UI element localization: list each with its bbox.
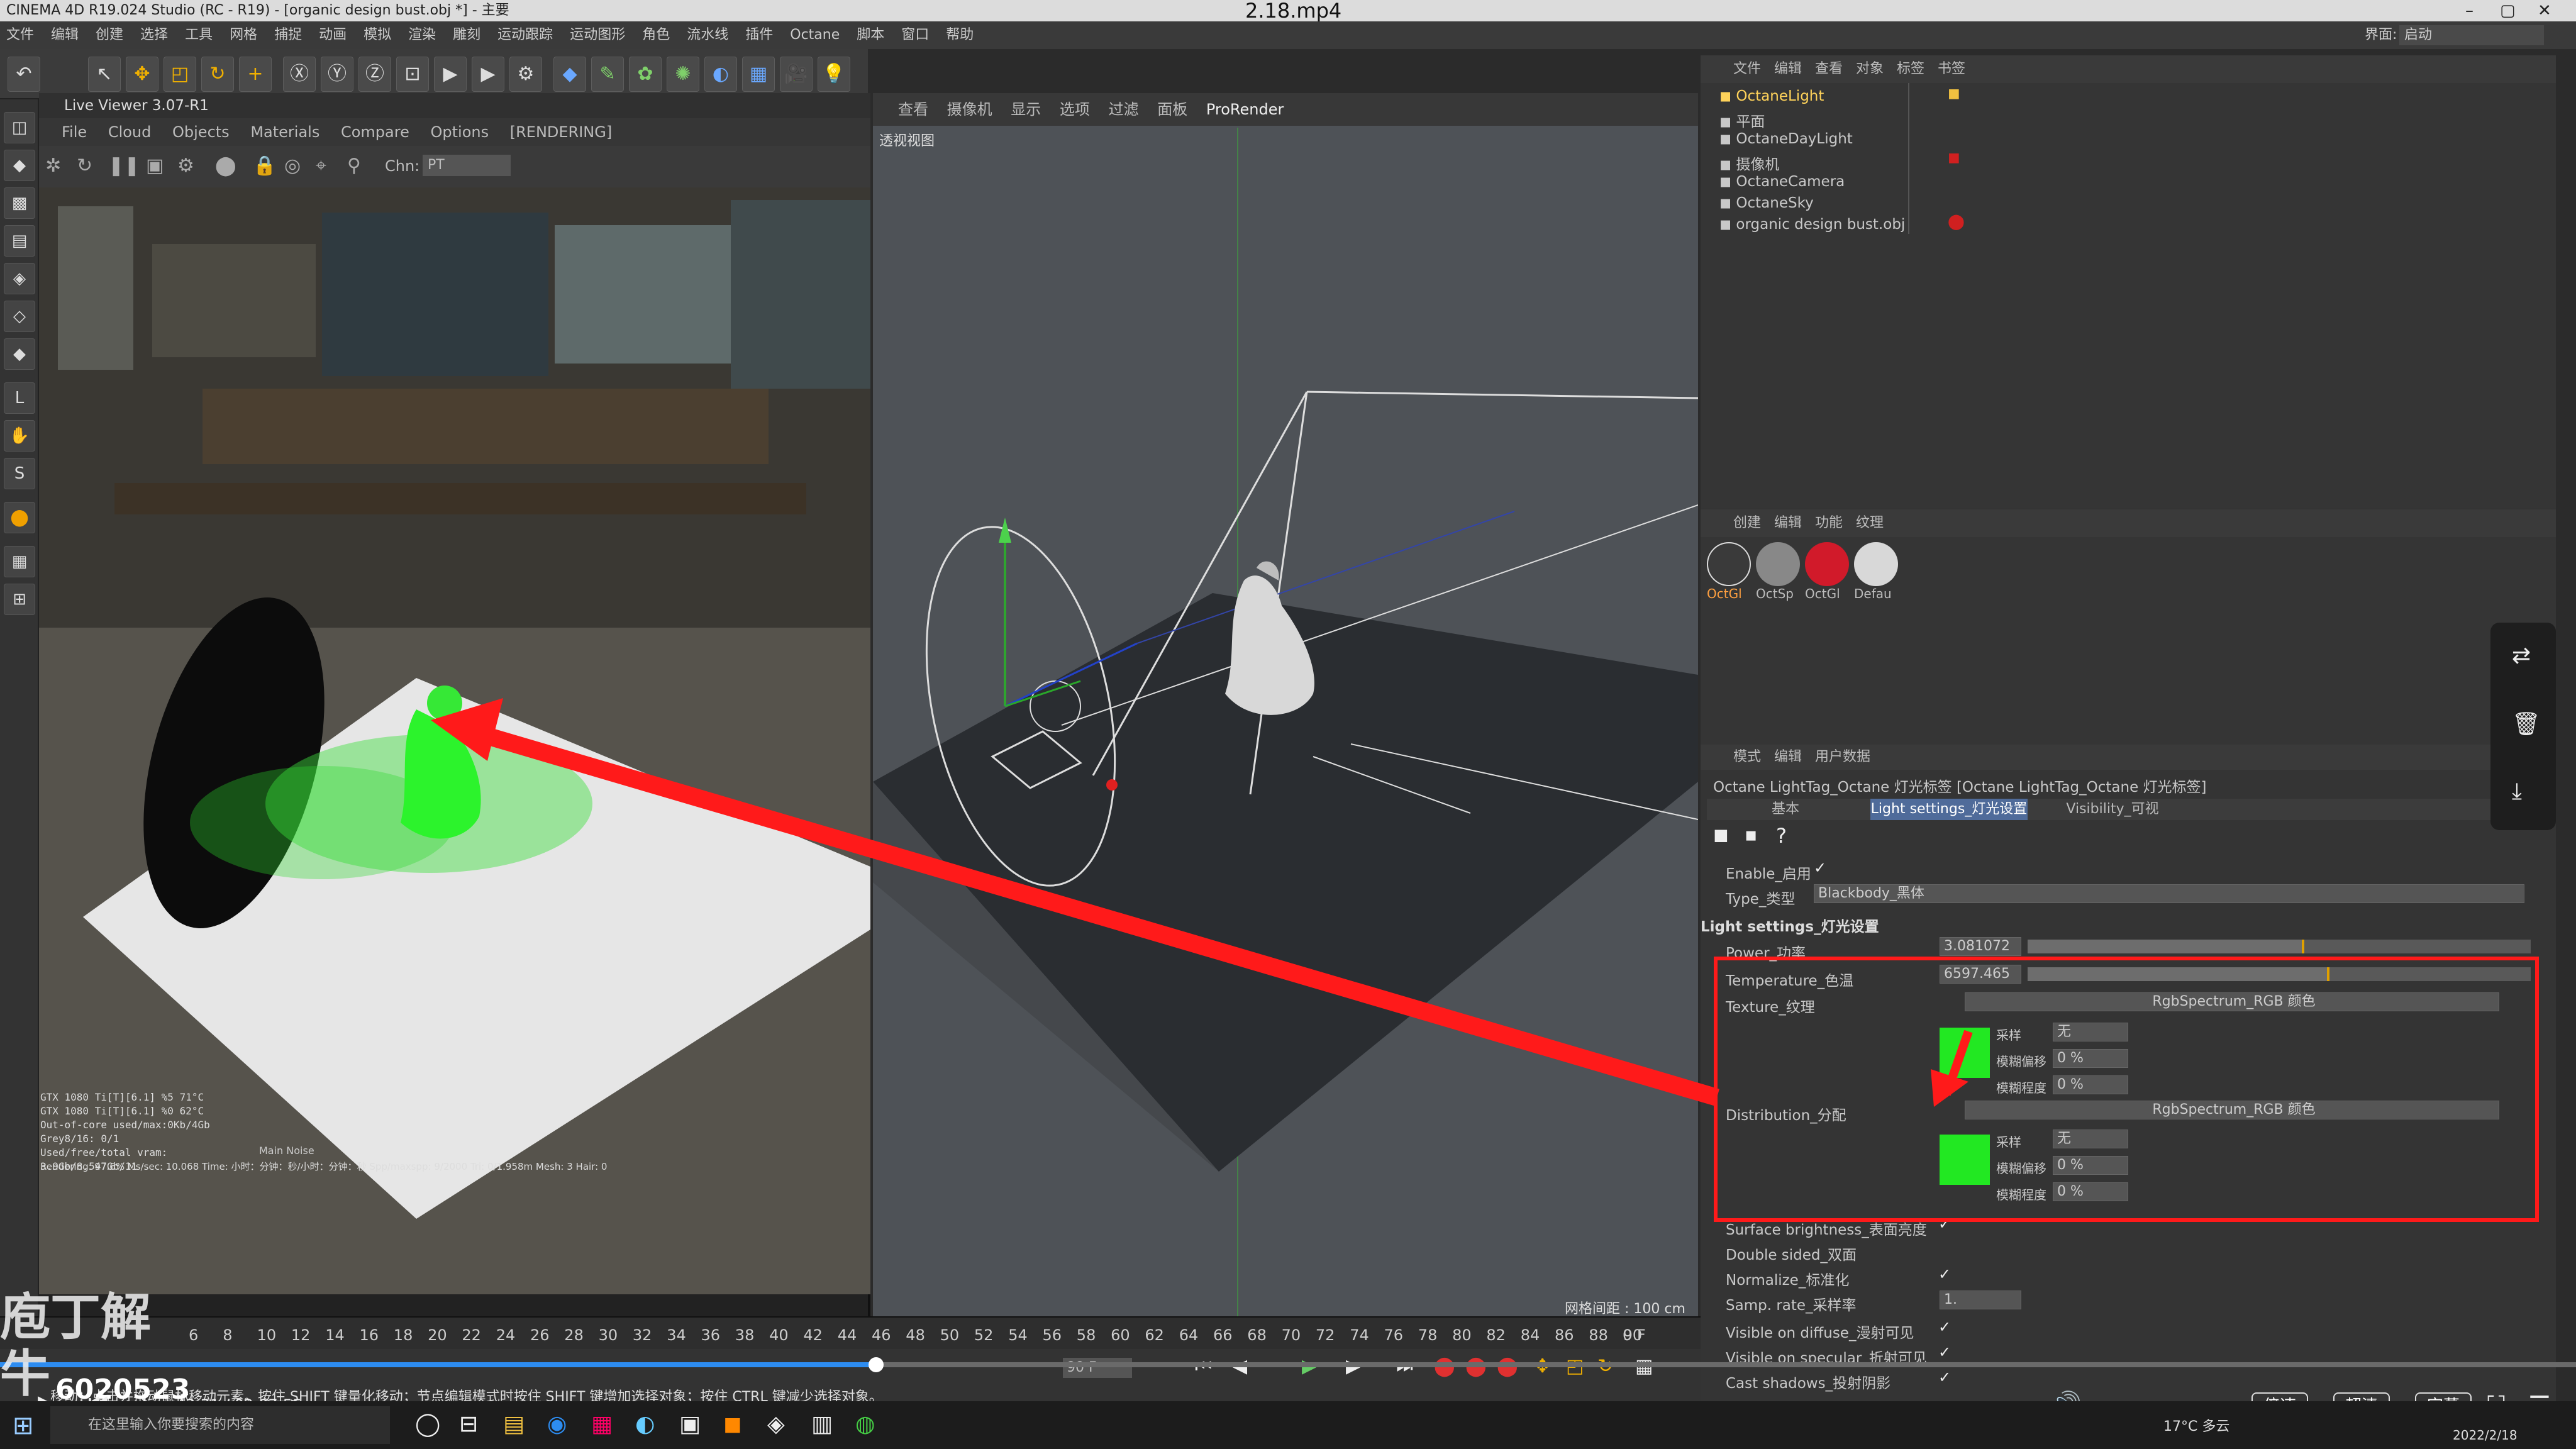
share-icon[interactable]: ⇄: [2512, 643, 2531, 669]
timeline-tick: 82: [1486, 1326, 1506, 1344]
timeline-tick: 20: [428, 1326, 447, 1344]
timeline-tick: 74: [1350, 1326, 1369, 1344]
timeline[interactable]: 6 8 10 12 14 16 18 20 22 24 26 28 30 32 34 36 38 40 42 44 46…: [0, 1316, 1701, 1349]
chrome-icon[interactable]: ◍: [855, 1411, 875, 1437]
annotation-arrowhead: [431, 698, 503, 761]
end-frame-field[interactable]: 90 F: [1063, 1358, 1132, 1378]
timeline-tick: 68: [1247, 1326, 1267, 1344]
download-icon[interactable]: ⤓: [2512, 779, 2522, 805]
taskbar-date: 2022/2/18: [2453, 1428, 2518, 1443]
timeline-tick: 24: [496, 1326, 516, 1344]
timeline-tick: 80: [1452, 1326, 1472, 1344]
side-actions: ⇄ 🗑 ⤓: [2490, 623, 2556, 830]
timeline-tick: 56: [1042, 1326, 1062, 1344]
timeline-tick: 40: [769, 1326, 789, 1344]
timeline-tick: 72: [1315, 1326, 1335, 1344]
transport-bar: 90 F ⏮ ◀ ▶ ▶ ⏭ ⬤ ⬤ ⬤ ✥ ◰ ↻ ▦ 移动：点击并拖动鼠标移…: [0, 1349, 1701, 1405]
timeline-tick: 84: [1520, 1326, 1540, 1344]
app-icon[interactable]: ◼: [723, 1411, 742, 1437]
browser-icon[interactable]: ◐: [635, 1411, 655, 1437]
cinema4d-icon[interactable]: ◉: [547, 1411, 567, 1437]
timeline-tick: 18: [393, 1326, 413, 1344]
timeline-tick: 62: [1145, 1326, 1164, 1344]
timeline-tick: 50: [940, 1326, 960, 1344]
app-icon[interactable]: ▥: [811, 1411, 833, 1437]
timeline-tick: 60: [1111, 1326, 1130, 1344]
task-view-icon[interactable]: ◯: [415, 1411, 440, 1437]
timeline-tick: 32: [632, 1326, 652, 1344]
timeline-tick: 34: [667, 1326, 686, 1344]
annotation-arrow: [463, 721, 1719, 1106]
timeline-tick: 16: [359, 1326, 379, 1344]
app-icon[interactable]: ◈: [767, 1411, 785, 1437]
timeline-tick: 58: [1076, 1326, 1096, 1344]
current-frame: 0 F: [1623, 1326, 1646, 1344]
timeline-tick: 8: [223, 1326, 233, 1344]
timeline-tick: 22: [462, 1326, 481, 1344]
timeline-tick: 78: [1418, 1326, 1438, 1344]
timeline-tick: 42: [803, 1326, 823, 1344]
file-explorer-icon[interactable]: ▤: [503, 1411, 525, 1437]
timeline-tick: 36: [701, 1326, 721, 1344]
timeline-tick: 6: [189, 1326, 199, 1344]
timeline-tick: 48: [906, 1326, 925, 1344]
timeline-tick: 30: [598, 1326, 618, 1344]
video-progress-knob[interactable]: [868, 1357, 884, 1372]
windows-start-icon[interactable]: ⊞: [13, 1411, 34, 1440]
timeline-tick: 14: [325, 1326, 345, 1344]
video-progress-bar[interactable]: [0, 1357, 2576, 1372]
taskbar-search[interactable]: 在这里输入你要搜索的内容: [50, 1406, 390, 1444]
timeline-tick: 10: [257, 1326, 277, 1344]
widgets-icon[interactable]: ⊟: [459, 1411, 478, 1437]
timeline-tick: 54: [1008, 1326, 1028, 1344]
timeline-tick: 64: [1179, 1326, 1199, 1344]
windows-taskbar: ⊞ 在这里输入你要搜索的内容 ◯ ⊟ ▤ ◉ ▦ ◐ ▣ ◼ ◈ ▥ ◍ 17°…: [0, 1401, 2576, 1449]
timeline-tick: 12: [291, 1326, 311, 1344]
timeline-tick: 46: [872, 1326, 891, 1344]
timeline-tick: 52: [974, 1326, 994, 1344]
highlight-box: [1714, 957, 2539, 1222]
annotation-overlay: [431, 698, 2539, 1222]
delete-icon[interactable]: 🗑: [2512, 711, 2541, 737]
timeline-tick: 26: [530, 1326, 550, 1344]
timeline-tick: 66: [1213, 1326, 1233, 1344]
timeline-tick: 28: [564, 1326, 584, 1344]
timeline-tick: 38: [735, 1326, 755, 1344]
timeline-tick: 70: [1281, 1326, 1301, 1344]
timeline-tick: 44: [837, 1326, 857, 1344]
timeline-tick: 86: [1555, 1326, 1574, 1344]
app-icon[interactable]: ▣: [679, 1411, 701, 1437]
channel-watermark: 庖丁解牛: [0, 1289, 189, 1402]
weather: 17°C 多云: [2163, 1419, 2230, 1435]
timeline-tick: 76: [1384, 1326, 1404, 1344]
timeline-tick: 88: [1589, 1326, 1608, 1344]
app-icon[interactable]: ▦: [591, 1411, 613, 1437]
